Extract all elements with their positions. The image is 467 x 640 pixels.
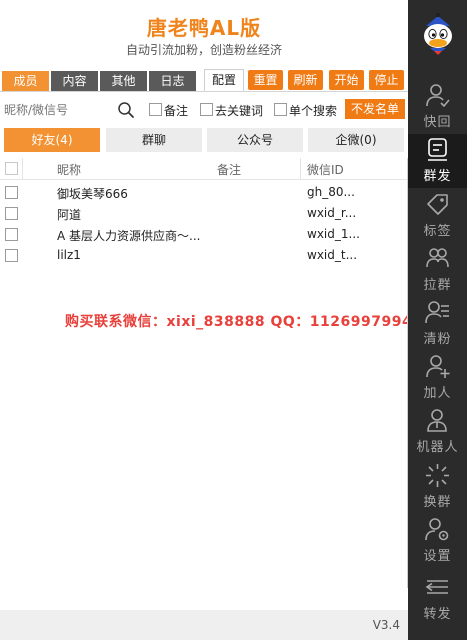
sidebar-item-label: 加人 [423,386,452,401]
sidebar-item-tag[interactable]: 标签 [408,189,467,243]
table-row[interactable]: 阿道 wxid_r... [0,203,408,224]
tab-config[interactable]: 配置 [204,69,244,91]
table-row[interactable]: 御坂美琴666 gh_80... [0,182,408,203]
app-subtitle: 自动引流加粉，创造粉丝经济 [125,43,282,57]
stop-button[interactable]: 停止 [369,70,404,90]
row-checkbox[interactable] [5,186,18,199]
row-checkbox[interactable] [5,228,18,241]
mass-send-icon [428,138,447,161]
sidebar-item-quick-reply[interactable]: 快回 [408,80,467,134]
remark-checkbox-label: 备注 [164,104,189,118]
row-wxid: wxid_t... [307,248,358,262]
clean-fans-icon [425,301,449,324]
row-nickname: lilz1 [57,248,81,262]
table-header: 昵称 备注 微信ID [0,158,408,180]
sidebar-item-switch-group[interactable]: 换群 [408,460,467,514]
segment-wecom[interactable]: 企微(0) [308,128,404,152]
sidebar-item-label: 快回 [423,115,452,130]
add-person-icon [426,355,450,378]
segment-groups[interactable]: 群聊 [106,128,202,152]
app-title: 唐老鸭AL版 [146,16,262,40]
single-search-checkbox-label: 单个搜索 [289,104,338,118]
column-divider [22,158,23,180]
row-checkbox[interactable] [5,207,18,220]
column-header-remark[interactable]: 备注 [217,161,241,178]
column-header-wxid[interactable]: 微信ID [307,161,344,178]
segment-official-accounts[interactable]: 公众号 [207,128,303,152]
duck-avatar-icon [424,13,452,55]
select-all-checkbox[interactable] [5,162,18,175]
column-divider [300,158,301,180]
table-row[interactable]: A 基层人力资源供应商～... wxid_1... [0,224,408,245]
keyword-checkbox-label: 去关键词 [215,104,264,118]
tag-icon [427,194,448,215]
settings-icon [425,518,449,541]
row-wxid: wxid_r... [307,206,357,220]
sidebar-item-settings[interactable]: 设置 [408,514,467,568]
row-checkbox[interactable] [5,249,18,262]
main-tabs: 成员 内容 其他 日志 [2,71,196,92]
version-label: V3.4 [372,618,400,632]
row-nickname: 阿道 [57,208,82,222]
segment-friends[interactable]: 好友(4) [4,128,100,152]
refresh-button[interactable]: 刷新 [288,70,323,90]
search-icon[interactable] [117,101,135,119]
row-wxid: wxid_1... [307,227,360,241]
row-nickname: 御坂美琴666 [57,187,128,201]
blacklist-button[interactable]: 不发名单 [345,99,405,119]
sidebar-item-label: 标签 [423,224,452,239]
tab-divider [0,91,408,92]
contact-watermark: 购买联系微信：xixi_838888 QQ：1126997994 [65,314,413,330]
tab-other[interactable]: 其他 [100,71,147,92]
sidebar-item-label: 设置 [423,549,452,564]
forward-icon [425,580,448,594]
column-header-nickname[interactable]: 昵称 [57,161,81,178]
switch-group-icon [426,464,449,487]
start-button[interactable]: 开始 [329,70,364,90]
row-wxid: gh_80... [307,185,355,199]
pull-group-icon [426,248,449,268]
row-nickname: A 基层人力资源供应商～... [57,229,201,243]
sidebar-item-clean-fans[interactable]: 清粉 [408,297,467,351]
single-search-checkbox[interactable] [274,103,287,116]
tab-log[interactable]: 日志 [149,71,196,92]
sidebar-item-label: 清粉 [423,332,452,347]
sidebar-item-forward[interactable]: 转发 [408,572,467,626]
main-panel: 唐老鸭AL版 自动引流加粉，创造粉丝经济 成员 内容 其他 日志 配置 重置 刷… [0,0,412,640]
sidebar-item-pull-group[interactable]: 拉群 [408,243,467,297]
sidebar-item-mass-send[interactable]: 群发 [408,134,467,188]
search-input[interactable] [4,99,112,121]
sidebar-item-label: 转发 [423,607,452,622]
sidebar: 快回 群发 标签 拉群 清粉 加人 机器人 换群 设置 转发 [408,0,467,640]
sidebar-item-label: 机器人 [416,440,459,455]
tab-members[interactable]: 成员 [2,71,49,92]
table-row[interactable]: lilz1 wxid_t... [0,245,408,266]
remark-checkbox[interactable] [149,103,162,116]
robot-icon [427,409,447,432]
status-bar: V3.4 [0,610,408,640]
reset-button[interactable]: 重置 [248,70,283,90]
sidebar-item-add-person[interactable]: 加人 [408,351,467,405]
sidebar-item-label: 换群 [423,495,452,510]
sidebar-item-robot[interactable]: 机器人 [408,405,467,459]
quick-reply-icon [426,84,450,108]
sidebar-item-label: 群发 [423,169,452,184]
sidebar-item-label: 拉群 [423,278,452,293]
tab-content[interactable]: 内容 [51,71,98,92]
keyword-checkbox[interactable] [200,103,213,116]
